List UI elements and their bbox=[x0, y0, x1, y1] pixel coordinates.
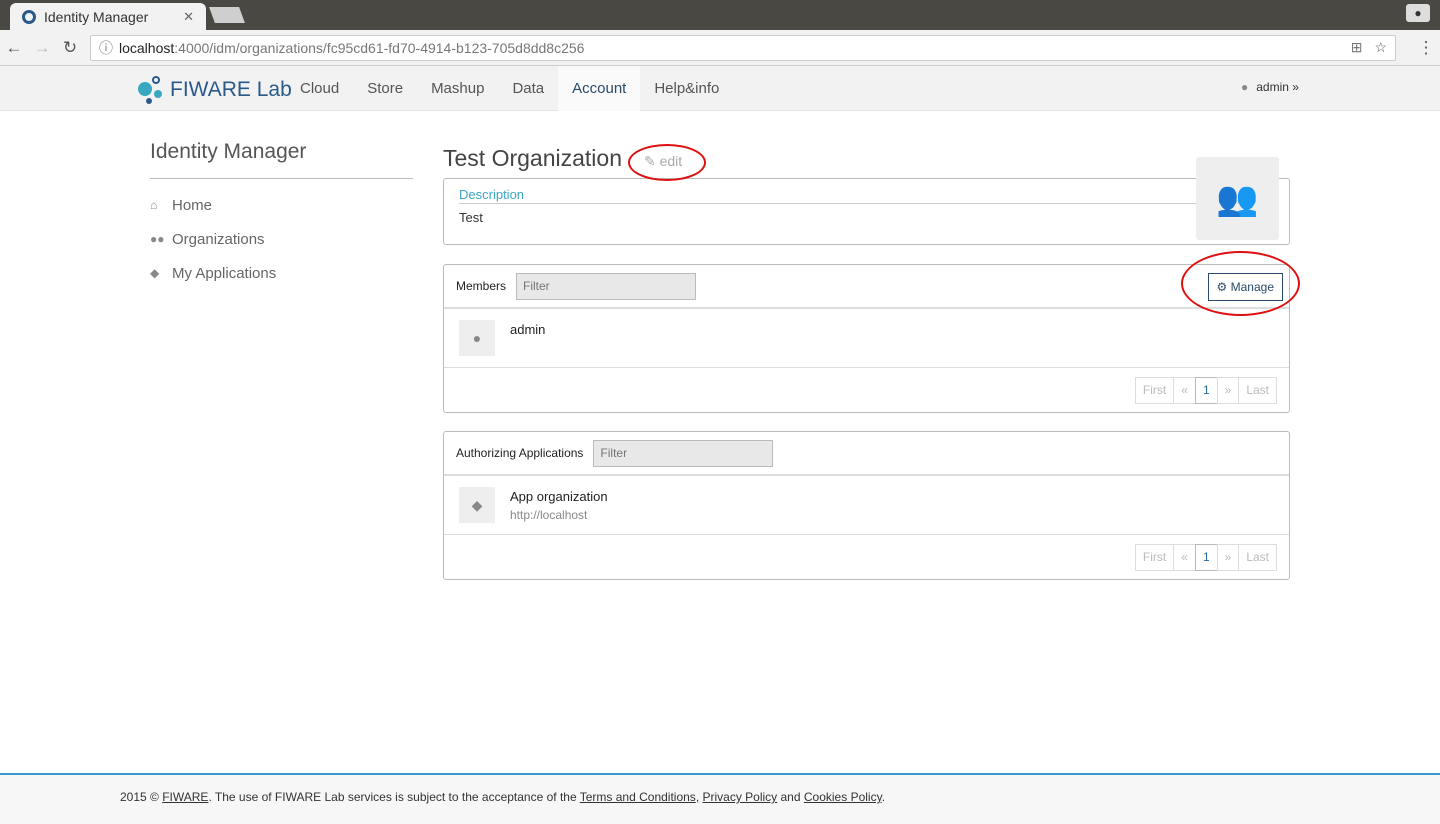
description-value: Test bbox=[459, 210, 483, 225]
url-host: localhost bbox=[119, 39, 175, 56]
translate-icon[interactable]: ⊞ bbox=[1351, 39, 1363, 56]
sidebar: Identity Manager ⌂ Home ●● Organizations ◆… bbox=[150, 140, 413, 283]
menu-icon[interactable]: ⋮ bbox=[1412, 38, 1440, 58]
page-next[interactable]: » bbox=[1216, 376, 1240, 404]
user-name: admin bbox=[1256, 80, 1289, 94]
footer-text: and bbox=[777, 790, 804, 804]
user-menu[interactable]: ● admin » bbox=[1241, 80, 1299, 94]
list-item[interactable]: ● admin bbox=[444, 309, 1289, 368]
star-icon[interactable]: ☆ bbox=[1374, 39, 1387, 56]
main-nav: Cloud Store Mashup Data Account Help&inf… bbox=[286, 66, 733, 111]
chevron-down-icon: » bbox=[1292, 80, 1299, 94]
nav-store[interactable]: Store bbox=[353, 66, 417, 111]
home-icon: ⌂ bbox=[150, 198, 158, 212]
nav-help[interactable]: Help&info bbox=[640, 66, 733, 111]
nav-cloud[interactable]: Cloud bbox=[286, 66, 353, 111]
tab-title: Identity Manager bbox=[44, 8, 149, 25]
page-current[interactable]: 1 bbox=[1194, 376, 1218, 404]
app-name[interactable]: App organization bbox=[510, 489, 608, 504]
page-prev[interactable]: « bbox=[1173, 543, 1196, 571]
user-icon: ● bbox=[459, 320, 495, 356]
privacy-link[interactable]: Privacy Policy bbox=[702, 790, 777, 804]
address-bar: ← → ↻ ⓘ localhost:4000/idm/organizations/… bbox=[0, 30, 1440, 66]
edit-highlight-annotation bbox=[628, 144, 706, 181]
members-filter-input[interactable] bbox=[516, 272, 697, 300]
description-label: Description bbox=[459, 187, 1199, 204]
nav-mashup[interactable]: Mashup bbox=[417, 66, 498, 111]
sidebar-item-label: Organizations bbox=[172, 230, 265, 248]
profile-icon[interactable]: ● bbox=[1406, 4, 1430, 22]
url-path: :4000/idm/organizations/fc95cd61-fd70-49… bbox=[174, 39, 585, 56]
sidebar-item-label: My Applications bbox=[172, 264, 277, 282]
app-url: http://localhost bbox=[510, 508, 588, 522]
apps-label: Authorizing Applications bbox=[456, 446, 584, 460]
fiware-logo[interactable]: FIWARE Lab bbox=[138, 76, 292, 104]
manage-highlight-annotation bbox=[1181, 251, 1300, 316]
logo-icon bbox=[138, 76, 164, 104]
page-prev[interactable]: « bbox=[1173, 376, 1196, 404]
back-icon[interactable]: ← bbox=[0, 38, 28, 58]
nav-data[interactable]: Data bbox=[498, 66, 558, 111]
fiware-link[interactable]: FIWARE bbox=[162, 790, 208, 804]
apps-panel: Authorizing Applications ◆ App organizati… bbox=[443, 431, 1290, 580]
page-next[interactable]: » bbox=[1216, 543, 1240, 571]
page-first[interactable]: First bbox=[1134, 376, 1175, 404]
cube-icon: ◆ bbox=[459, 487, 495, 523]
page-last[interactable]: Last bbox=[1238, 543, 1277, 571]
new-tab-button[interactable] bbox=[209, 7, 245, 23]
organization-avatar-icon: 👥 bbox=[1196, 157, 1279, 240]
sidebar-item-label: Home bbox=[172, 196, 213, 214]
nav-account[interactable]: Account bbox=[558, 66, 641, 111]
footer: 2015 © FIWARE. The use of FIWARE Lab ser… bbox=[0, 773, 1440, 824]
page-first[interactable]: First bbox=[1134, 543, 1175, 571]
info-icon: ⓘ bbox=[99, 39, 113, 56]
page-current[interactable]: 1 bbox=[1194, 543, 1218, 571]
page-title: Test Organization bbox=[443, 145, 622, 171]
cookies-link[interactable]: Cookies Policy bbox=[804, 790, 882, 804]
users-icon: ●● bbox=[150, 232, 165, 246]
cube-icon: ◆ bbox=[150, 266, 160, 280]
members-panel: Members⚙ Manage ●admin First«1»Last bbox=[443, 264, 1290, 413]
browser-tabbar: Identity Manager ✕ ● bbox=[0, 0, 1440, 30]
sidebar-item-my-applications[interactable]: ◆ My Applications bbox=[150, 263, 413, 283]
footer-text: 2015 © bbox=[120, 790, 163, 804]
footer-text: . The use of FIWARE Lab services is subj… bbox=[208, 790, 580, 804]
members-label: Members bbox=[456, 279, 507, 293]
description-panel: Description Test 👥 bbox=[443, 157, 1290, 245]
member-name[interactable]: admin bbox=[510, 322, 545, 356]
browser-tab[interactable]: Identity Manager ✕ bbox=[10, 3, 206, 30]
pagination: First «1» Last bbox=[444, 535, 1289, 579]
url-input[interactable]: ⓘ localhost:4000/idm/organizations/fc95cd… bbox=[90, 34, 1396, 61]
apps-filter-input[interactable] bbox=[593, 439, 774, 467]
sidebar-item-organizations[interactable]: ●● Organizations bbox=[150, 229, 413, 249]
terms-link[interactable]: Terms and Conditions bbox=[580, 790, 696, 804]
site-header: FIWARE Lab Cloud Store Mashup Data Accou… bbox=[0, 66, 1440, 111]
footer-text: . bbox=[881, 790, 886, 804]
pagination: First «1» Last bbox=[444, 368, 1289, 412]
user-icon: ● bbox=[1241, 80, 1249, 94]
logo-text: FIWARE Lab bbox=[170, 78, 292, 101]
close-tab-icon[interactable]: ✕ bbox=[183, 9, 194, 25]
sidebar-title: Identity Manager bbox=[150, 140, 413, 179]
page-last[interactable]: Last bbox=[1238, 376, 1277, 404]
favicon-icon bbox=[22, 9, 36, 24]
forward-icon[interactable]: → bbox=[28, 38, 56, 58]
sidebar-item-home[interactable]: ⌂ Home bbox=[150, 195, 413, 215]
reload-icon[interactable]: ↻ bbox=[56, 38, 84, 58]
list-item[interactable]: ◆ App organization http://localhost bbox=[444, 476, 1289, 535]
main-content: Test Organization ✎ edit Description Test… bbox=[443, 145, 1290, 580]
